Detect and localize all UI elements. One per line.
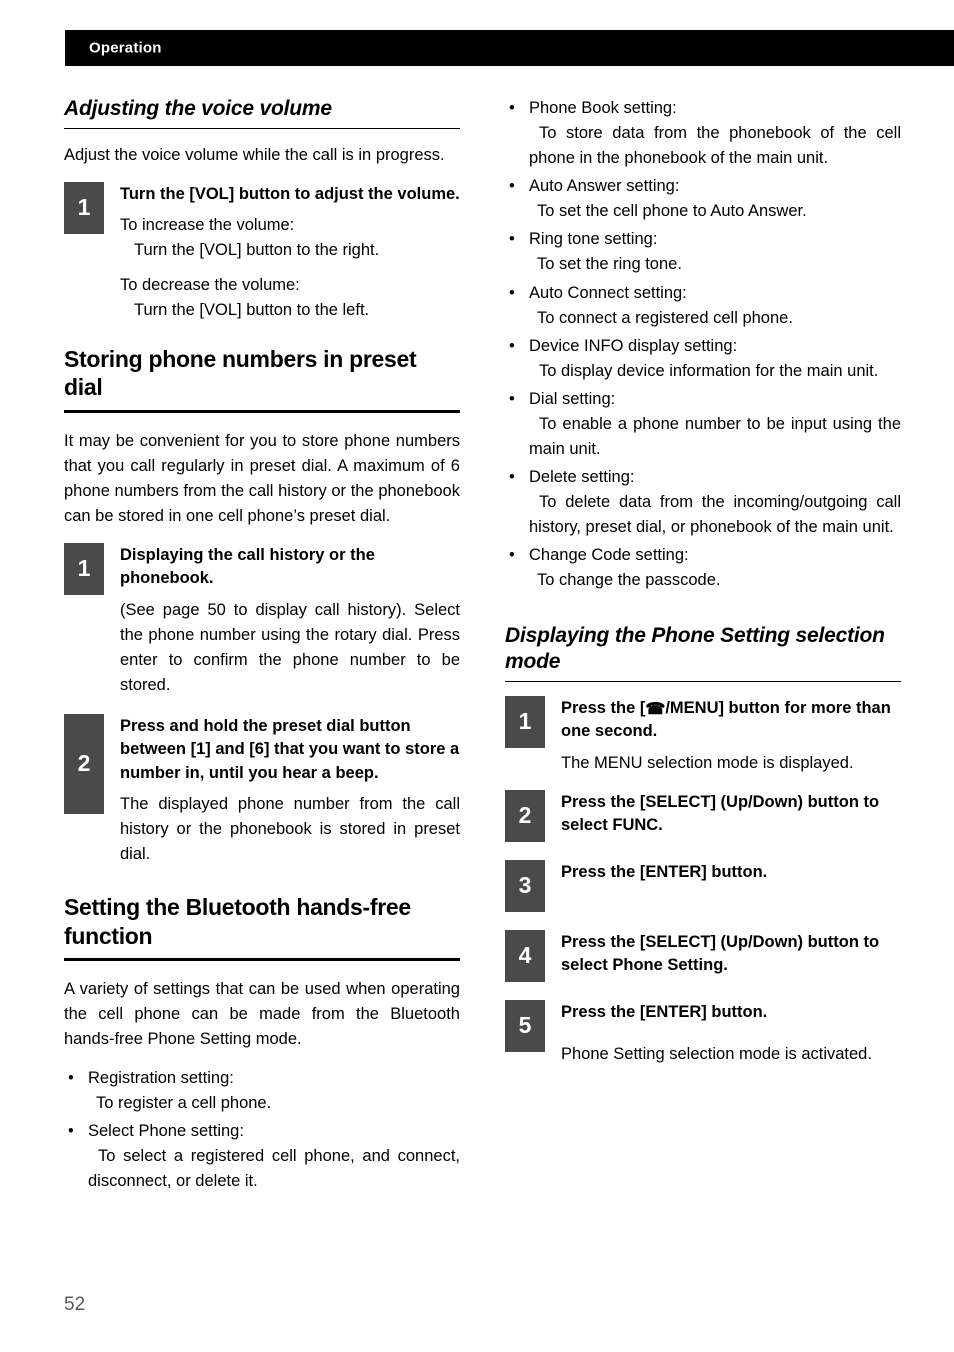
paragraph-voice-volume-intro: Adjust the voice volume while the call i…	[64, 145, 445, 164]
heading-bluetooth-handsfree: Setting the Bluetooth hands-free functio…	[64, 894, 411, 949]
list-item-label: Auto Answer setting:	[529, 177, 680, 196]
step-title: Press the [ENTER] button.	[561, 862, 768, 881]
phone-settings-list: • Phone Book setting: To store data from…	[505, 96, 901, 593]
list-item-label: Phone Book setting:	[529, 99, 677, 117]
heading-rule-thick	[64, 409, 460, 413]
list-item-label: Select Phone setting:	[88, 1121, 244, 1140]
step-number-badge: 4	[505, 929, 545, 982]
phone-icon: ☎	[645, 700, 666, 718]
list-item: • Auto Connect setting: To connect a reg…	[505, 281, 901, 331]
list-item: • Select Phone setting: To select a regi…	[64, 1119, 460, 1194]
bullet-icon: •	[68, 1121, 74, 1140]
list-item: • Device INFO display setting: To displa…	[505, 334, 901, 384]
step-phone-setting-2: 2 Press the [SELECT] (Up/Down) button to…	[505, 789, 901, 846]
list-item-description: To register a cell phone.	[96, 1093, 272, 1112]
bullet-icon: •	[509, 336, 515, 355]
step-preset-dial-1: 1 Displaying the call history or the pho…	[64, 542, 460, 698]
step-title: Press and hold the preset dial button be…	[120, 716, 460, 782]
step-title: Press the [SELECT] (Up/Down) button to s…	[561, 792, 880, 835]
step-body: Phone Setting selection mode is activate…	[561, 1045, 872, 1064]
heading-storing-phone-numbers: Storing phone numbers in preset dial	[64, 346, 417, 401]
heading-adjusting-voice-volume: Adjusting the voice volume	[64, 97, 332, 120]
step-number-badge: 2	[505, 789, 545, 842]
list-item-description: To store data from the phonebook of the …	[529, 124, 901, 168]
heading-rule-thin	[505, 680, 901, 682]
paragraph-bluetooth-intro: A variety of settings that can be used w…	[64, 979, 460, 1048]
list-item-description: To select a registered cell phone, and c…	[88, 1147, 460, 1191]
step-body: (See page 50 to display call history). S…	[120, 600, 460, 694]
step-line-increase: To increase the volume:	[120, 216, 295, 235]
step-number-badge: 1	[505, 695, 545, 748]
list-item-label: Device INFO display setting:	[529, 336, 738, 355]
list-item-description: To set the ring tone.	[537, 255, 682, 274]
step-number-badge: 5	[505, 999, 545, 1052]
list-item: • Change Code setting: To change the pas…	[505, 543, 901, 593]
list-item-label: Delete setting:	[529, 468, 635, 487]
step-phone-setting-3: 3 Press the [ENTER] button.	[505, 859, 901, 916]
list-item-label: Ring tone setting:	[529, 230, 658, 249]
running-header: Operation	[65, 30, 954, 66]
step-title: Press the [☎/MENU] button for more than …	[561, 696, 901, 744]
bullet-icon: •	[509, 546, 515, 565]
heading-rule-thick	[64, 957, 460, 961]
step-phone-setting-4: 4 Press the [SELECT] (Up/Down) button to…	[505, 929, 901, 986]
bullet-icon: •	[68, 1068, 74, 1087]
list-item-label: Auto Connect setting:	[529, 283, 687, 302]
step-body: The MENU selection mode is displayed.	[561, 753, 854, 772]
heading-rule-thin	[64, 127, 460, 129]
right-column: • Phone Book setting: To store data from…	[505, 96, 901, 1077]
step-phone-setting-5: 5 Press the [ENTER] button. Phone Settin…	[505, 999, 901, 1068]
step-number-badge: 1	[64, 542, 104, 595]
page-number: 52	[64, 1294, 86, 1315]
step-body: To increase the volume: Turn the [VOL] b…	[120, 213, 460, 263]
list-item: • Phone Book setting: To store data from…	[505, 96, 901, 171]
step-line-decrease: To decrease the volume:	[120, 276, 300, 295]
step-title: Press the [SELECT] (Up/Down) button to s…	[561, 932, 880, 975]
heading-displaying-phone-setting-mode: Displaying the Phone Setting selection m…	[505, 624, 885, 674]
step-title: Press the [ENTER] button.	[561, 1002, 768, 1021]
list-item-label: Dial setting:	[529, 389, 616, 408]
step-body-secondary: To decrease the volume: Turn the [VOL] b…	[120, 273, 460, 323]
list-item-description: To delete data from the incoming/outgoin…	[529, 493, 901, 537]
bullet-icon: •	[509, 177, 515, 196]
list-item-description: To enable a phone number to be input usi…	[529, 414, 901, 459]
step-line-increase-detail: Turn the [VOL] button to the right.	[134, 241, 380, 260]
step-line-decrease-detail: Turn the [VOL] button to the left.	[134, 301, 370, 320]
list-item: • Dial setting: To enable a phone number…	[505, 387, 901, 462]
bullet-icon: •	[509, 389, 515, 408]
step-title-before: Press the [	[561, 698, 646, 717]
list-item-description: To set the cell phone to Auto Answer.	[537, 202, 807, 221]
left-column: Adjusting the voice volume Adjust the vo…	[64, 96, 460, 1197]
step-number-badge: 2	[64, 713, 104, 814]
list-item: • Delete setting: To delete data from th…	[505, 465, 901, 540]
step-body: The displayed phone number from the call…	[120, 795, 460, 864]
step-preset-dial-2: 2 Press and hold the preset dial button …	[64, 713, 460, 868]
step-title: Turn the [VOL] button to adjust the volu…	[120, 184, 460, 203]
bluetooth-settings-list: • Registration setting: To register a ce…	[64, 1066, 460, 1194]
list-item-label: Registration setting:	[88, 1068, 234, 1087]
list-item-label: Change Code setting:	[529, 546, 689, 565]
step-number-badge: 3	[505, 859, 545, 912]
running-header-title: Operation	[89, 39, 162, 57]
bullet-icon: •	[509, 468, 515, 487]
step-title: Displaying the call history or the phone…	[120, 545, 375, 588]
step-voice-volume-1: 1 Turn the [VOL] button to adjust the vo…	[64, 181, 460, 324]
list-item: • Registration setting: To register a ce…	[64, 1066, 460, 1116]
list-item-description: To change the passcode.	[537, 571, 721, 590]
list-item-description: To connect a registered cell phone.	[537, 308, 793, 327]
list-item: • Auto Answer setting: To set the cell p…	[505, 174, 901, 224]
paragraph-preset-dial-intro: It may be convenient for you to store ph…	[64, 431, 460, 525]
list-item: • Ring tone setting: To set the ring ton…	[505, 227, 901, 277]
step-phone-setting-1: 1 Press the [☎/MENU] button for more tha…	[505, 695, 901, 776]
bullet-icon: •	[509, 283, 515, 302]
bullet-icon: •	[509, 230, 515, 249]
list-item-description: To display device information for the ma…	[539, 361, 879, 380]
step-number-badge: 1	[64, 181, 104, 234]
bullet-icon: •	[509, 99, 515, 117]
